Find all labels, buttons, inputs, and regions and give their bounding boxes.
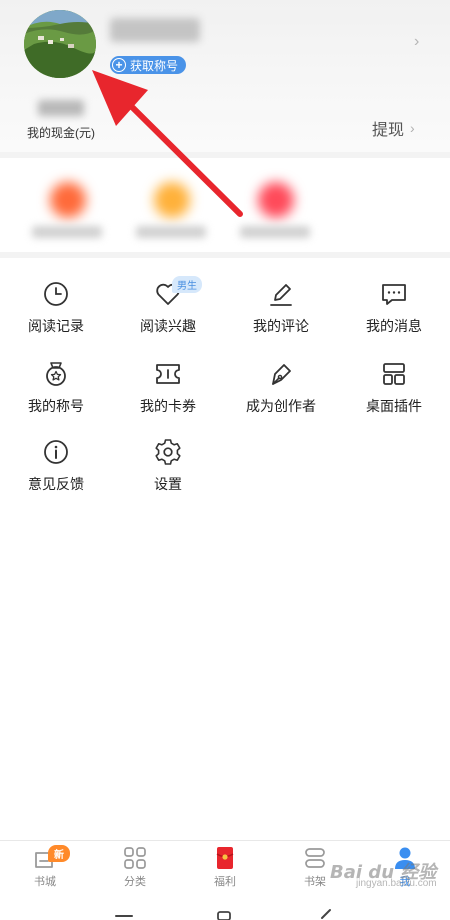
system-nav-icons: [115, 909, 331, 920]
feature-icon-blurred: [50, 182, 86, 218]
feature-item-3[interactable]: [232, 178, 322, 248]
medal-icon: [46, 362, 66, 386]
feature-icon-blurred: [258, 182, 294, 218]
message-icon: [382, 284, 406, 305]
menu-item-label: 我的称号: [28, 398, 84, 414]
menu-item-my-messages[interactable]: 我的消息: [338, 272, 450, 342]
pencil-icon: [270, 284, 292, 306]
avatar[interactable]: [24, 10, 96, 78]
feature-caption-blurred: [32, 226, 102, 238]
ticket-icon: [156, 364, 180, 384]
plus-icon: +: [112, 58, 126, 72]
menu-item-desktop-widget[interactable]: 桌面插件: [338, 352, 450, 422]
menu-item-reading-history[interactable]: 阅读记录: [0, 272, 112, 342]
widget-icon: [383, 363, 405, 385]
menu-item-label: 阅读记录: [28, 318, 84, 334]
withdraw-label: 提现: [372, 122, 405, 139]
cash-label: 我的现金(元): [27, 126, 95, 140]
tab-label: 福利: [214, 876, 236, 888]
menu-item-reading-interest[interactable]: 男生 阅读兴趣: [112, 272, 224, 342]
menu-item-label: 阅读兴趣: [140, 318, 196, 334]
menu-item-label: 意见反馈: [28, 476, 84, 492]
tab-label: 书架: [304, 876, 326, 888]
menu-item-label: 设置: [154, 476, 182, 492]
profile-header: + 获取称号 › 我的现金(元) 提现 ›: [0, 0, 450, 152]
tab-categories[interactable]: 分类: [90, 845, 180, 897]
menu-item-label: 我的卡券: [140, 398, 196, 414]
tab-bookstore[interactable]: 新 书城: [0, 845, 90, 897]
menu-item-my-comments[interactable]: 我的评论: [225, 272, 337, 342]
menu-item-label: 桌面插件: [366, 398, 422, 414]
menu-item-my-coupons[interactable]: 我的卡券: [112, 352, 224, 422]
pen-nib-icon: [272, 364, 291, 385]
menu-item-settings[interactable]: 设置: [112, 430, 224, 500]
get-title-button[interactable]: + 获取称号: [110, 56, 187, 74]
info-icon: [44, 440, 68, 464]
cash-amount-blurred: [38, 100, 84, 116]
menu-item-label: 成为创作者: [246, 398, 316, 414]
menu-item-my-titles[interactable]: 我的称号: [0, 352, 112, 422]
baidu-watermark-url: jingyan.baidu.com: [356, 878, 437, 889]
username-blurred: [110, 18, 200, 42]
grid-icon: [124, 847, 146, 869]
chevron-right-icon: ›: [410, 120, 415, 136]
boy-tag: 男生: [172, 276, 202, 293]
new-badge: 新: [48, 845, 70, 862]
feature-icon-blurred: [154, 182, 190, 218]
tab-welfare[interactable]: 福利: [180, 845, 270, 897]
feature-item-2[interactable]: [128, 178, 218, 248]
feature-caption-blurred: [136, 226, 206, 238]
menu-item-label: 我的评论: [253, 318, 309, 334]
landscape-avatar-image: [24, 10, 96, 78]
menu-item-feedback[interactable]: 意见反馈: [0, 430, 112, 500]
clock-icon: [44, 282, 68, 306]
feature-caption-blurred: [240, 226, 310, 238]
tab-label: 分类: [124, 876, 146, 888]
get-title-label: 获取称号: [130, 58, 179, 73]
withdraw-button[interactable]: 提现 ›: [372, 116, 415, 140]
system-navigation-bar: [0, 896, 450, 920]
chevron-right-icon[interactable]: ›: [414, 33, 419, 51]
tab-label: 书城: [34, 876, 56, 888]
gear-icon: [155, 439, 181, 465]
feature-row: [0, 152, 450, 258]
red-envelope-icon: [216, 847, 234, 869]
menu-item-become-creator[interactable]: 成为创作者: [225, 352, 337, 422]
bookshelf-icon: [305, 848, 325, 868]
feature-item-1[interactable]: [24, 178, 114, 248]
menu-item-label: 我的消息: [366, 318, 422, 334]
